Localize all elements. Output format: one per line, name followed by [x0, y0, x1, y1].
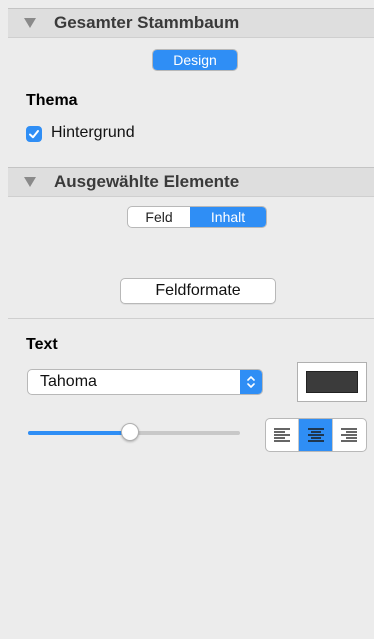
font-select[interactable]: Tahoma: [27, 369, 263, 395]
font-select-value: Tahoma: [40, 373, 97, 390]
tab-feld[interactable]: Feld: [128, 207, 190, 227]
text-color-well[interactable]: [297, 362, 367, 402]
text-alignment-control: [265, 418, 367, 452]
tab-design[interactable]: Design: [153, 50, 237, 70]
chevron-updown-icon: [240, 370, 262, 394]
align-left-button[interactable]: [266, 419, 300, 451]
section-title: Gesamter Stammbaum: [54, 13, 240, 32]
align-center-icon: [307, 428, 324, 442]
align-right-button[interactable]: [333, 419, 366, 451]
font-size-slider[interactable]: [28, 423, 240, 443]
background-checkbox[interactable]: [26, 126, 42, 142]
slider-knob[interactable]: [120, 423, 139, 441]
section-header-gesamter-stammbaum[interactable]: Gesamter Stammbaum: [8, 8, 374, 38]
slider-fill: [28, 431, 130, 435]
element-tab-control: Feld Inhalt: [127, 206, 267, 228]
section-header-ausgewaehlte-elemente[interactable]: Ausgewählte Elemente: [8, 167, 374, 197]
checkmark-icon: [29, 130, 39, 139]
design-tab-control: Design: [152, 49, 238, 71]
align-right-icon: [341, 428, 358, 442]
divider: [8, 318, 374, 319]
background-checkbox-label[interactable]: Hintergrund: [51, 124, 135, 142]
align-left-icon: [274, 428, 291, 442]
text-heading: Text: [26, 336, 58, 353]
text-color-swatch: [306, 371, 358, 393]
align-center-button[interactable]: [299, 419, 333, 451]
tab-inhalt[interactable]: Inhalt: [190, 207, 266, 227]
theme-heading: Thema: [26, 92, 78, 109]
disclosure-triangle-icon[interactable]: [24, 18, 36, 28]
section-title: Ausgewählte Elemente: [54, 172, 240, 191]
field-formats-button[interactable]: Feldformate: [120, 278, 276, 304]
disclosure-triangle-icon[interactable]: [24, 177, 36, 187]
